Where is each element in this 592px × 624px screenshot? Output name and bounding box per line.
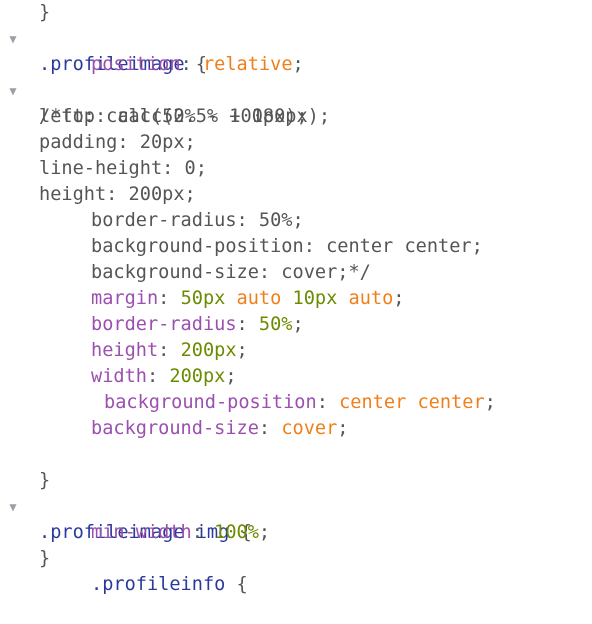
- code-line: padding: 20px;: [0, 104, 592, 153]
- code-editor[interactable]: } ▼ .profileimage { position: relative; …: [0, 0, 592, 595]
- rule-header: .profileinfo {: [91, 572, 248, 598]
- css-selector: .profileinfo: [91, 574, 226, 595]
- code-line: ▼ .profileimage {: [0, 0, 592, 75]
- code-line: left: calc(50% - 100px);: [0, 78, 592, 127]
- code-line: position: relative;: [0, 26, 592, 75]
- code-line: background-size: cover;: [0, 390, 592, 439]
- code-line: }: [0, 442, 592, 491]
- code-line: ▼ .profileimage img {: [0, 468, 592, 543]
- code-line: ▼ /*top: calc(2.5% + 180px);: [0, 52, 592, 127]
- code-line: .profileinfo {: [0, 546, 592, 595]
- code-line: width: 200px;: [0, 338, 592, 387]
- code-line: height: 200px;: [0, 156, 592, 205]
- code-line: line-height: 0;: [0, 130, 592, 179]
- code-line: background-position: center center;: [0, 364, 592, 413]
- code-line: min-width: 100%;: [0, 494, 592, 543]
- code-line: background-size: cover;*/: [0, 234, 592, 283]
- code-line: height: 200px;: [0, 312, 592, 361]
- code-line: }: [0, 520, 592, 569]
- code-line: margin: 50px auto 10px auto;: [0, 260, 592, 309]
- code-line: background-position: center center;: [0, 208, 592, 257]
- code-line: border-radius: 50%;: [0, 182, 592, 231]
- opening-brace: {: [225, 574, 248, 595]
- code-line: border-radius: 50%;: [0, 286, 592, 335]
